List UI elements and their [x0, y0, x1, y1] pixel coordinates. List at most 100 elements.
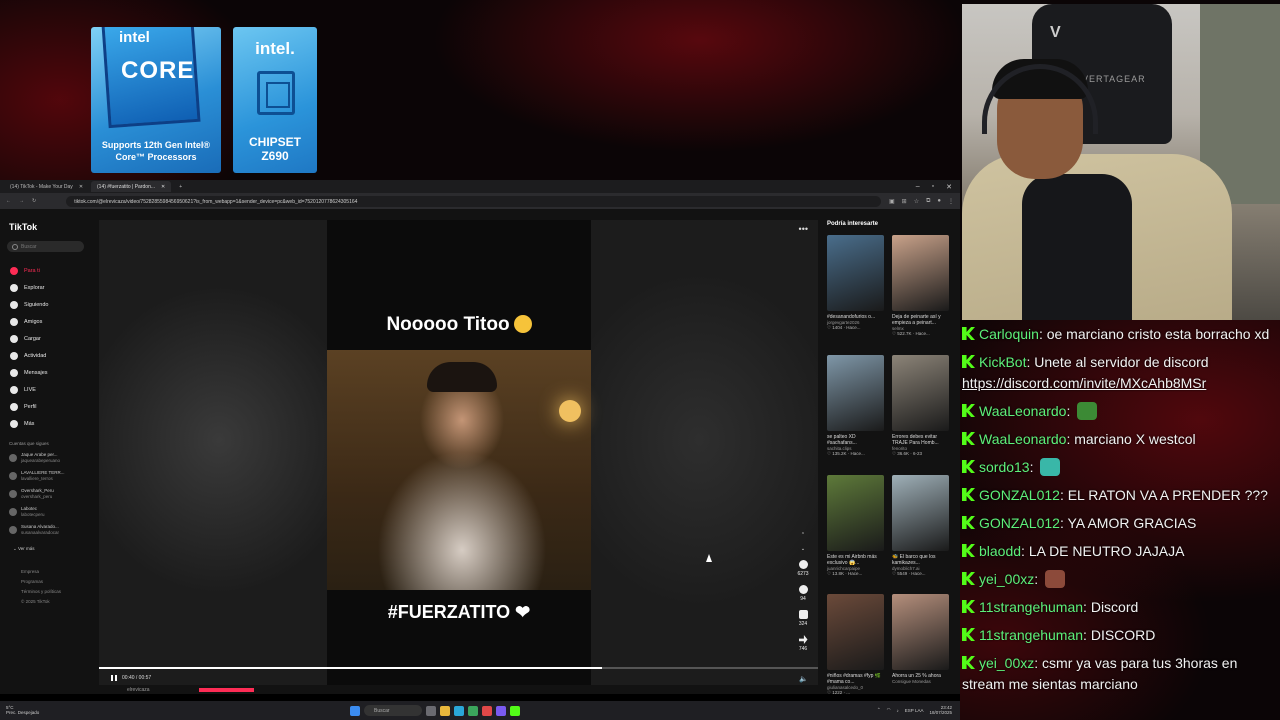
url-input[interactable]: tiktok.com/@elrevicaza/video/75282855984… [66, 195, 881, 207]
share-button[interactable]: 746 [796, 635, 810, 652]
reload-icon[interactable]: ↻ [32, 198, 36, 204]
discord-icon[interactable] [496, 705, 506, 716]
new-tab-button[interactable]: + [173, 181, 188, 192]
close-window-icon[interactable]: ✕ [946, 183, 952, 191]
avatar [9, 490, 17, 498]
recommended-video[interactable]: Deja de peinarte así y empieza a peinart… [892, 235, 949, 337]
sidebar-item-cargar[interactable]: Cargar [10, 335, 41, 343]
task-view-icon[interactable] [426, 705, 436, 716]
sidebar-item-perfil[interactable]: Perfil [10, 403, 37, 411]
footer-link[interactable]: Empresa [21, 569, 39, 574]
video-author[interactable]: elrevicaza [127, 687, 150, 693]
discord-invite-link[interactable]: https://discord.com/invite/MXcAhb8MSr [962, 375, 1206, 391]
following-account[interactable]: Susana Alvarado... susanaalvaradocar [9, 524, 59, 536]
chat-username[interactable]: WaaLeonardo [979, 403, 1066, 419]
chat-username[interactable]: GONZAL012 [979, 515, 1060, 531]
close-icon[interactable]: ✕ [79, 184, 83, 190]
tiktok-logo[interactable]: TikTok [9, 222, 37, 232]
chat-username[interactable]: yei_00xz [979, 655, 1034, 671]
recommended-video[interactable]: #desanandofurios o... jorgevgarte2026 ♡ 14… [827, 235, 884, 331]
like-button[interactable]: 6273 [796, 560, 810, 577]
recommended-video[interactable]: #niños #dramas #fyp 🌿 #mama co... giulian… [827, 594, 884, 696]
following-account[interactable]: Overshark_Peru overshark_peru [9, 488, 54, 500]
avatar [9, 508, 17, 516]
chat-username[interactable]: sordo13 [979, 459, 1030, 475]
following-account[interactable]: Jaque Arabe per... jaquearabeperuano [9, 452, 60, 464]
sidebar-item-live[interactable]: LIVE [10, 386, 36, 394]
install-icon[interactable]: ▣ [889, 198, 895, 205]
more-options-icon[interactable]: ••• [799, 224, 808, 234]
sidebar-item-siguiendo[interactable]: Siguiendo [10, 301, 48, 309]
footer-link[interactable]: Términos y políticas [21, 589, 61, 594]
chat-username[interactable]: 11strangehuman [979, 627, 1083, 643]
nav-icon [10, 386, 18, 394]
following-header: Cuentas que sigues [9, 441, 49, 446]
start-icon[interactable] [350, 705, 360, 716]
recommended-video[interactable]: Errores debes evitar TRAJE Para Homb... f… [892, 355, 949, 457]
minimize-icon[interactable]: – [916, 183, 920, 191]
chrome-icon[interactable] [468, 705, 478, 716]
recommended-video[interactable]: Este es mi Airbnb más exclusivo 😱... juan… [827, 475, 884, 577]
speaker-icon[interactable]: ♪ [897, 708, 899, 713]
search-input[interactable]: Buscar [7, 241, 84, 252]
file-explorer-icon[interactable] [440, 705, 450, 716]
chat-username[interactable]: blaodd [979, 543, 1021, 559]
video-player[interactable]: Nooooo Titoo #FUERZATITO ❤ ••• ⌃ ⌄ 6273 … [99, 220, 818, 685]
kick-icon[interactable] [510, 705, 520, 716]
menu-icon[interactable]: ⋮ [948, 198, 954, 205]
back-icon[interactable]: ← [6, 198, 11, 204]
sidebar-item-amigos[interactable]: Amigos [10, 318, 42, 326]
video-stats: ♡ 36.6K · 6-23 [892, 451, 923, 456]
following-account[interactable]: Labotec labotecperu [9, 506, 45, 518]
volume-icon[interactable]: 🔈 [799, 675, 808, 683]
footer-link[interactable]: Programas [21, 579, 43, 584]
video-progress-bar[interactable] [99, 667, 818, 669]
sidebar-item-actividad[interactable]: Actividad [10, 352, 46, 360]
extensions-icon[interactable]: ⧉ [926, 198, 930, 205]
video-thumbnail [827, 355, 884, 431]
comment-button[interactable]: 94 [796, 585, 810, 602]
chat-username[interactable]: yei_00xz [979, 571, 1034, 587]
recommended-video[interactable]: se palteo XD #sachafans... sachita.clips ♡… [827, 355, 884, 457]
recommended-video[interactable]: Ahorra un 25 % ahora Consigue Monedas [892, 594, 949, 684]
app-icon[interactable] [482, 705, 492, 716]
save-button[interactable]: 324 [796, 610, 810, 627]
scroll-up-button[interactable]: ⌃ [796, 532, 810, 538]
chat-username[interactable]: GONZAL012 [979, 487, 1060, 503]
see-more-link[interactable]: ⌄ Ver más [13, 546, 35, 552]
following-account[interactable]: LAVALLIERE TERR... lavalliere_terros [9, 470, 65, 482]
avatar [9, 454, 17, 462]
sidebar-item-mensajes[interactable]: Mensajes [10, 369, 48, 377]
share-icon [798, 635, 808, 644]
tab-tiktok-video[interactable]: (14) #fuerzatito | Pardon... ✕ [91, 181, 172, 192]
video-stats: ♡ 1404 · Hace... [827, 325, 861, 330]
chat-username[interactable]: KickBot [979, 354, 1026, 370]
account-handle: jaquearabeperuano [21, 458, 61, 463]
edge-icon[interactable] [454, 705, 464, 716]
pause-icon[interactable] [111, 675, 117, 681]
chat-username[interactable]: 11strangehuman [979, 599, 1083, 615]
taskbar-search[interactable]: Buscar [364, 705, 422, 716]
translate-icon[interactable]: ⊞ [902, 198, 907, 205]
language-indicator[interactable]: ESP LAA [905, 708, 924, 713]
wifi-icon[interactable]: ◠ [887, 707, 891, 713]
follow-button[interactable] [199, 688, 254, 692]
close-icon[interactable]: ✕ [161, 184, 165, 190]
bookmark-star-icon[interactable]: ☆ [914, 198, 919, 205]
account-name: Susana Alvarado... [21, 524, 59, 529]
forward-icon[interactable]: → [19, 198, 24, 204]
chat-username[interactable]: Carloquin [979, 326, 1039, 342]
tray-arrow-icon[interactable]: ⌃ [877, 707, 881, 713]
clock[interactable]: 23:42 18/07/2025 [929, 705, 952, 715]
profile-icon[interactable]: ● [937, 198, 941, 205]
maximize-icon[interactable]: ▫ [932, 183, 934, 191]
sidebar-item-para-ti[interactable]: Para ti [10, 267, 40, 275]
chat-username[interactable]: WaaLeonardo [979, 431, 1066, 447]
tab-tiktok-home[interactable]: (14) TikTok - Make Your Day ✕ [4, 181, 89, 192]
sidebar-item-explorar[interactable]: Explorar [10, 284, 44, 292]
scroll-down-button[interactable]: ⌄ [796, 546, 810, 552]
chat-text: YA AMOR GRACIAS [1067, 515, 1197, 531]
weather-widget[interactable]: 5°C Prec. Despejado [6, 705, 39, 715]
sidebar-item-m-s[interactable]: Más [10, 420, 34, 428]
recommended-video[interactable]: 🐝 El barco que los kamikazes... dymoblich… [892, 475, 949, 577]
